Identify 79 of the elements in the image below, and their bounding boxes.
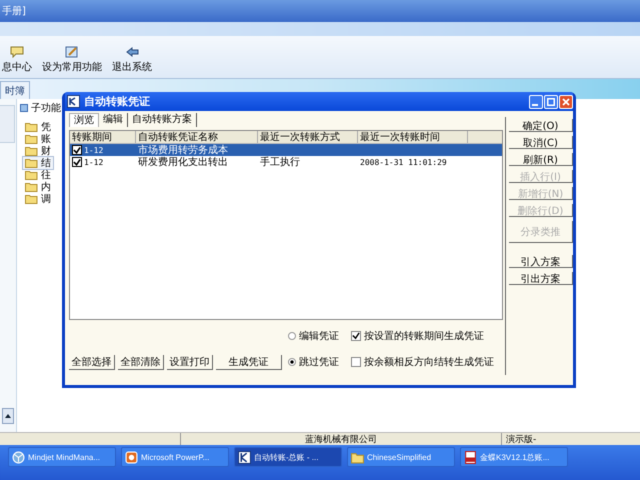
action-button[interactable]: 生成凭证 [216, 355, 282, 370]
action-button[interactable]: 全部选择 [69, 355, 115, 370]
tab[interactable]: 浏览 [69, 113, 99, 127]
toolbar-button[interactable]: 退出系统 [110, 46, 154, 74]
app-logo-icon [67, 95, 80, 108]
taskbar-button[interactable]: Mindjet MindMana... [8, 447, 116, 467]
side-button[interactable]: 引出方案 [509, 272, 573, 285]
radio-option[interactable]: 跳过凭证 [288, 355, 339, 369]
tab[interactable]: 自动转账方案 [128, 113, 197, 127]
folder-icon [25, 182, 38, 192]
table-cell: 1-12 [84, 158, 104, 166]
maximize-icon [547, 98, 555, 106]
scroll-bar[interactable] [2, 408, 14, 424]
mind-map-icon [12, 450, 25, 464]
status-version: 演示版- [505, 434, 536, 445]
option-label: 按设置的转账期间生成凭证 [364, 330, 484, 343]
action-button[interactable]: 设置打印 [167, 355, 213, 370]
app-title: 手册] [2, 4, 26, 18]
table-cell: 1-12 [84, 146, 104, 154]
tree-item[interactable]: 账 [23, 133, 53, 145]
app-logo-icon [238, 450, 251, 464]
taskbar-button[interactable]: ChineseSimplified [347, 447, 455, 467]
toolbar-button[interactable]: 息中心 [0, 46, 34, 74]
folder-icon [25, 122, 38, 132]
tree-item[interactable]: 内 [23, 181, 53, 193]
square-bullet-icon [20, 104, 28, 112]
table-cell-text: 市场费用转劳务成本 [138, 144, 228, 156]
table-cell: 2008-1-31 11:01:29 [360, 158, 447, 166]
taskbar-button[interactable]: 自动转账-总账 - ... [234, 447, 342, 467]
radio-button[interactable] [288, 332, 296, 340]
side-button[interactable]: 刷新(R) [509, 153, 573, 166]
toolbar-button[interactable]: 设为常用功能 [40, 46, 104, 74]
table-cell-text: 手工执行 [260, 156, 300, 169]
radio-button[interactable] [288, 358, 296, 366]
speech-bubble-icon [10, 46, 24, 58]
table-cell-text: 研发费用化支出转出 [138, 156, 228, 169]
option-label: 跳过凭证 [299, 356, 339, 369]
tree-item[interactable]: 凭 [23, 121, 53, 133]
maximize-button[interactable] [544, 94, 558, 108]
option-label: 编辑凭证 [299, 330, 339, 343]
column-header[interactable]: 转账期间 [70, 131, 136, 143]
presentation-icon [125, 450, 138, 464]
exit-arrow-icon [125, 46, 139, 58]
column-header[interactable]: 自动转账凭证名称 [136, 131, 258, 143]
folder-icon [25, 134, 38, 144]
notepad-icon [65, 46, 79, 58]
side-button[interactable]: 取消(C) [509, 136, 573, 149]
column-header[interactable]: 最近一次转账方式 [258, 131, 358, 143]
action-button[interactable]: 全部清除 [118, 355, 164, 370]
folder-icon [25, 194, 38, 204]
close-button[interactable] [559, 94, 573, 108]
tree-item[interactable]: 财 [23, 145, 53, 157]
minimize-icon [532, 104, 538, 106]
document-icon [464, 450, 477, 464]
table-row[interactable]: 1-12 市场费用转劳务成本 [70, 144, 502, 156]
folder-icon [25, 158, 38, 168]
taskbar-button[interactable]: Microsoft PowerP... [121, 447, 229, 467]
table-row[interactable]: 1-12 研发费用化支出转出 手工执行 2008-1-31 11:01:29 [70, 156, 502, 168]
panel-title: 子功能 [31, 102, 61, 115]
folder-icon [351, 450, 364, 464]
radio-option[interactable]: 编辑凭证 [288, 329, 339, 343]
checkbox[interactable] [72, 157, 82, 167]
module-tab[interactable]: 时簿 [0, 81, 30, 99]
checkbox[interactable] [351, 331, 361, 341]
side-button[interactable]: 引入方案 [509, 255, 573, 268]
tree-item[interactable]: 往 [23, 169, 53, 181]
tab[interactable]: 编辑 [99, 113, 128, 127]
close-icon [562, 98, 570, 106]
minimize-button[interactable] [529, 94, 543, 108]
column-header[interactable]: 最近一次转账时间 [358, 131, 468, 143]
checkbox[interactable] [351, 357, 361, 367]
tree-item[interactable]: 调 [23, 193, 53, 205]
checkbox-option[interactable]: 按设置的转账期间生成凭证 [351, 329, 494, 343]
up-arrow-icon [5, 414, 11, 418]
side-button[interactable]: 确定(O) [509, 119, 573, 132]
taskbar-button[interactable]: 金蝶K3V12.1总账... [460, 447, 568, 467]
checkbox[interactable] [72, 145, 82, 155]
dialog-title: 自动转账凭证 [84, 94, 150, 109]
tree-item[interactable]: 结 [23, 157, 53, 169]
